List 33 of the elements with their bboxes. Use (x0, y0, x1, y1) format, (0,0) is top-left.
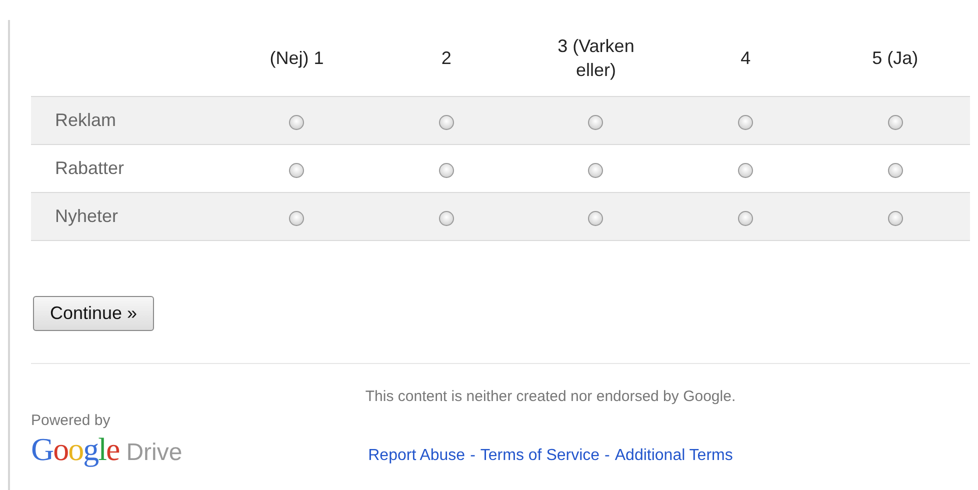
column-header: 4 (740, 47, 751, 70)
column-header: 5 (Ja) (872, 47, 918, 70)
radio-button[interactable] (438, 163, 454, 178)
continue-button[interactable]: Continue » (33, 296, 154, 331)
radio-button[interactable] (588, 163, 604, 178)
radio-button[interactable] (738, 163, 754, 178)
column-header: (Nej) 1 (270, 47, 324, 70)
column-header: 2 (441, 47, 452, 70)
separator: - (604, 447, 610, 465)
footer-link[interactable]: Additional Terms (614, 447, 733, 465)
radio-button[interactable] (438, 211, 454, 226)
disclaimer-text: This content is neither created nor endorsed by Google. (365, 388, 736, 405)
powered-by-text: Powered by (31, 412, 112, 429)
radio-button[interactable] (738, 211, 754, 226)
radio-button[interactable] (588, 211, 604, 226)
radio-button[interactable] (738, 115, 754, 130)
radio-button[interactable] (289, 163, 304, 178)
radio-button[interactable] (888, 115, 903, 130)
radio-button[interactable] (888, 211, 903, 226)
radio-button[interactable] (289, 115, 304, 130)
radio-button[interactable] (289, 211, 304, 226)
radio-button[interactable] (438, 115, 454, 130)
row-label: Rabatter (55, 158, 124, 178)
row-label: Reklam (55, 110, 116, 130)
column-header: 3 (Varken eller) (556, 35, 636, 82)
separator: - (470, 447, 476, 465)
radio-button[interactable] (588, 115, 604, 130)
footer-link[interactable]: Report Abuse (368, 447, 466, 465)
radio-button[interactable] (888, 163, 903, 178)
logo-wordmark: Google (31, 431, 120, 468)
row-label: Nyheter (55, 206, 118, 226)
product-name: Drive (126, 439, 182, 467)
footer-link[interactable]: Terms of Service (480, 447, 600, 465)
